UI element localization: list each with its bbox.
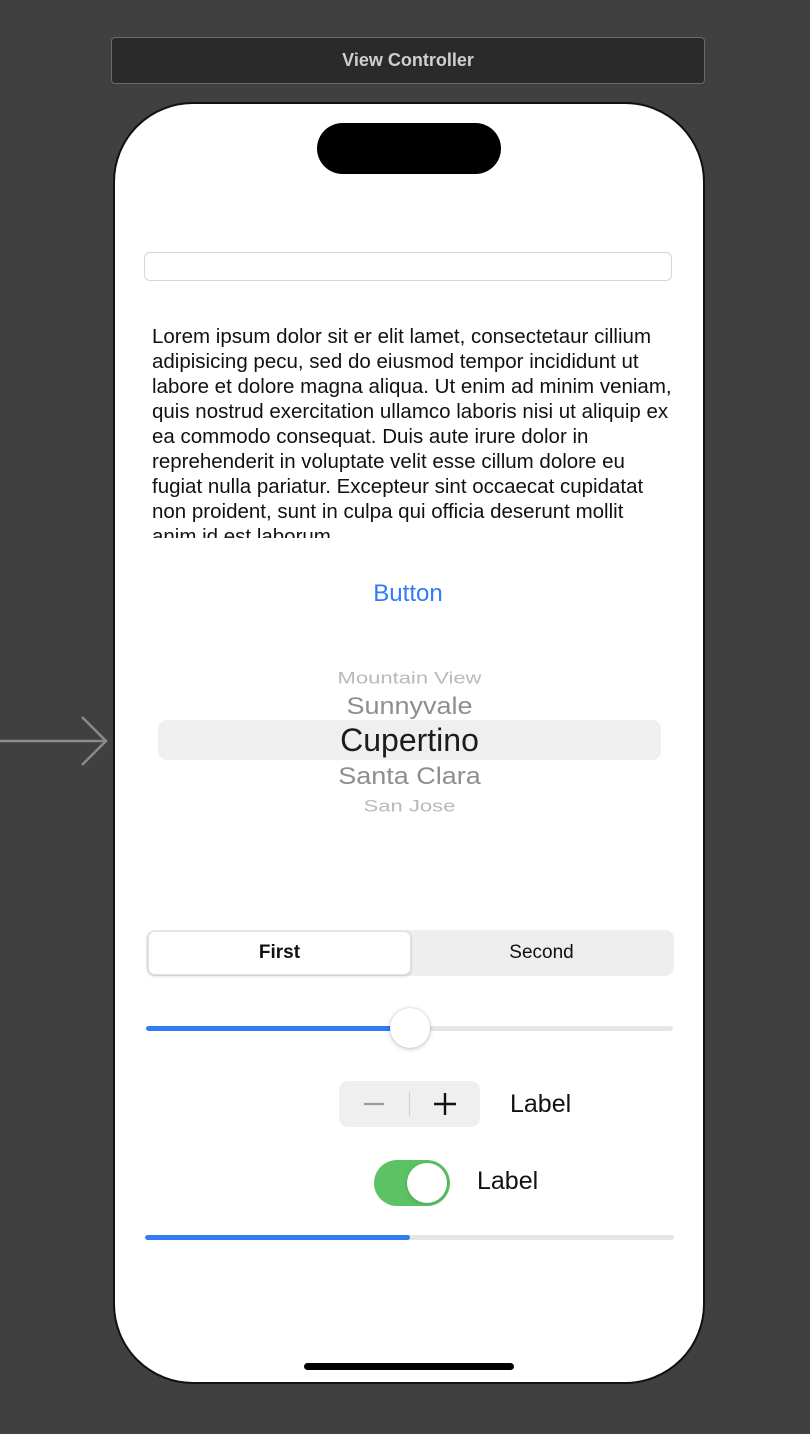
stepper-increment-button[interactable] <box>410 1081 480 1127</box>
text-view[interactable]: Lorem ipsum dolor sit er elit lamet, con… <box>152 324 672 538</box>
scene-title-bar[interactable]: View Controller <box>111 37 705 84</box>
segment-first[interactable]: First <box>148 931 411 975</box>
iphone-device-frame: Lorem ipsum dolor sit er elit lamet, con… <box>113 102 705 1384</box>
system-button[interactable]: Button <box>315 574 501 614</box>
slider-thumb[interactable] <box>389 1008 430 1048</box>
switch-knob <box>407 1163 447 1203</box>
picker-row[interactable]: Sunnyvale <box>158 693 661 721</box>
segment-second[interactable]: Second <box>411 932 672 974</box>
stepper-label: Label <box>510 1090 572 1118</box>
scene-title: View Controller <box>342 50 474 70</box>
stepper-decrement-button[interactable] <box>339 1081 409 1127</box>
storyboard-canvas: View Controller Lorem ipsum dolor sit er… <box>0 0 810 1434</box>
picker-row[interactable]: Santa Clara <box>158 763 661 791</box>
dynamic-island <box>317 123 501 174</box>
text-field[interactable] <box>144 252 672 281</box>
progress-fill <box>145 1235 410 1240</box>
segmented-control: First Second <box>146 930 674 976</box>
picker-row[interactable]: Mountain View <box>158 668 661 688</box>
picker-view[interactable]: Mountain View Sunnyvale Cupertino Santa … <box>158 659 661 819</box>
progress-view <box>145 1235 674 1240</box>
slider-fill <box>146 1026 410 1031</box>
plus-icon <box>434 1093 456 1115</box>
home-indicator <box>304 1363 514 1370</box>
minus-icon <box>364 1102 384 1106</box>
picker-row-selected[interactable]: Cupertino <box>158 722 661 759</box>
initial-view-controller-arrow-icon <box>0 716 108 766</box>
slider[interactable] <box>146 1008 673 1048</box>
stepper <box>339 1081 480 1127</box>
switch-label: Label <box>477 1167 539 1195</box>
picker-row[interactable]: San Jose <box>158 796 661 816</box>
toggle-switch[interactable] <box>374 1160 450 1206</box>
